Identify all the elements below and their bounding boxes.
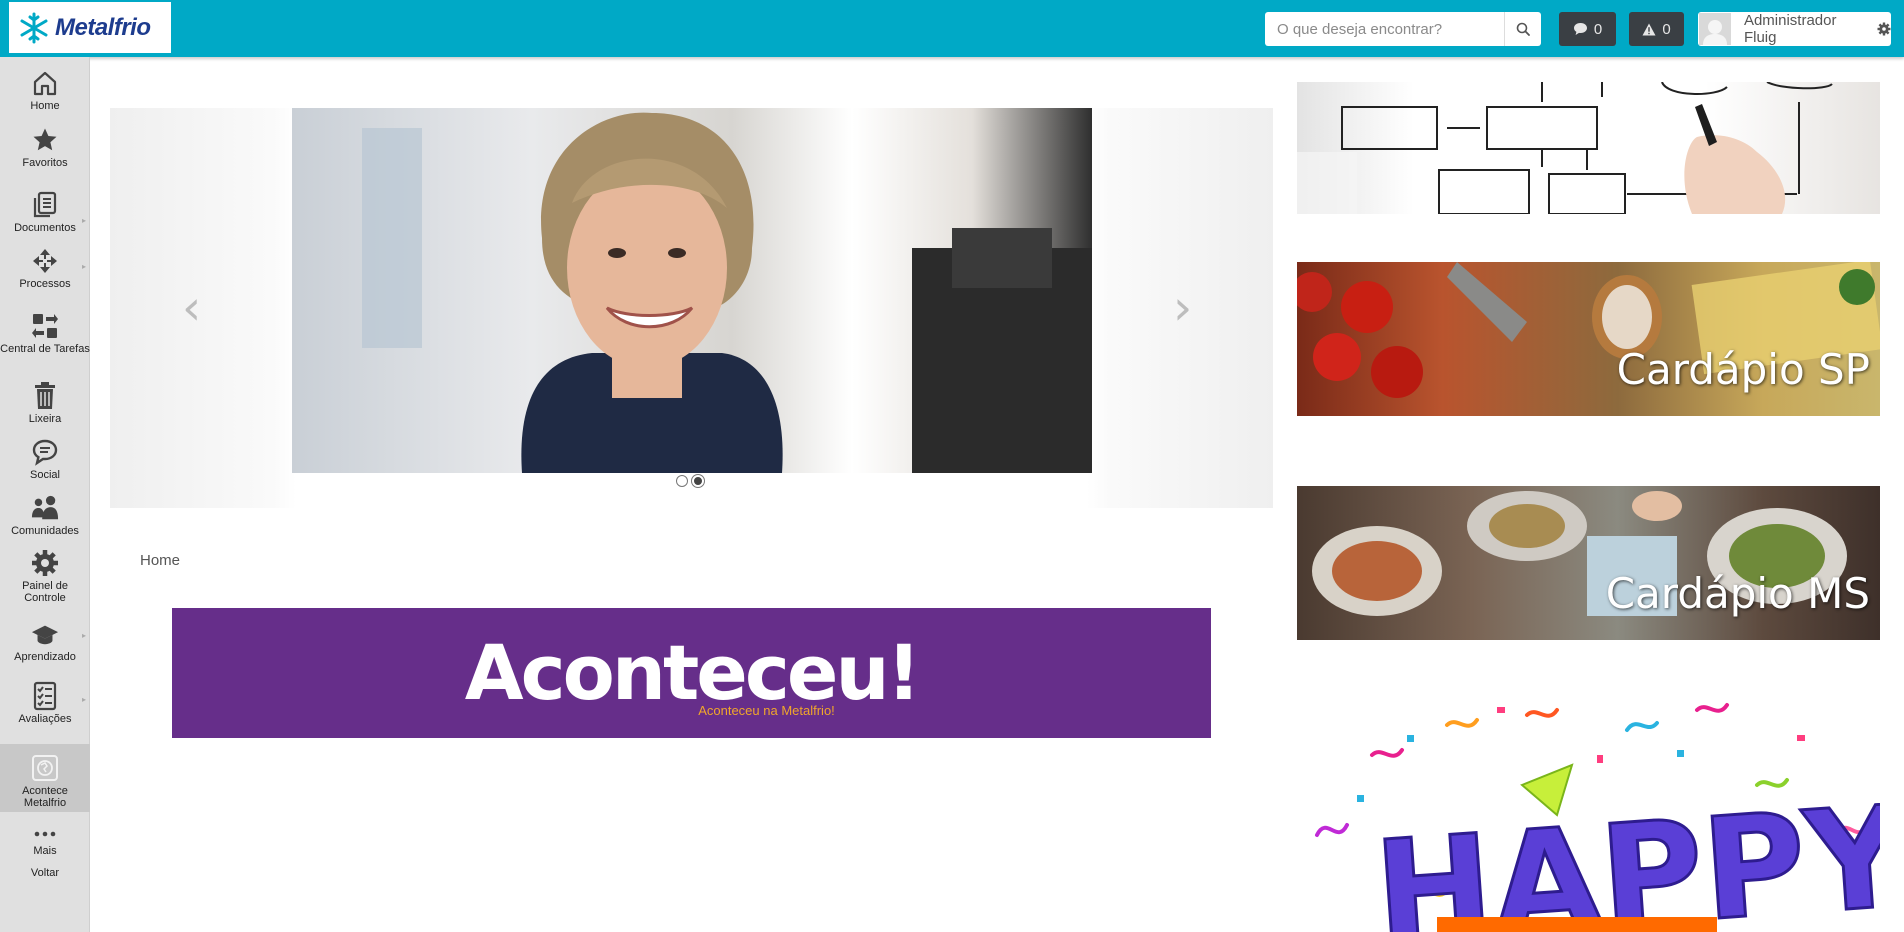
sidebar-item-label: Social xyxy=(30,469,60,481)
carousel-next-button[interactable]: › xyxy=(1173,284,1192,332)
cardapio-sp-card[interactable]: Cardápio SP xyxy=(1297,262,1880,416)
sidebar-item-label: Mais xyxy=(33,845,57,857)
chevron-right-icon: ▸ xyxy=(81,631,86,640)
avatar xyxy=(1699,13,1731,45)
sidebar-item-documentos[interactable]: Documentos ▸ xyxy=(0,191,90,234)
carousel-slide-image xyxy=(292,108,1092,473)
more-icon xyxy=(31,826,59,842)
sidebar-item-label: Processos xyxy=(19,278,71,290)
sidebar-item-label: Lixeira xyxy=(28,413,62,425)
sidebar-item-label: Avaliações xyxy=(18,713,72,725)
snowflake-icon xyxy=(17,11,51,45)
chevron-right-icon: ▸ xyxy=(81,262,86,271)
sidebar-item-favoritos[interactable]: Favoritos xyxy=(0,126,90,169)
sidebar-item-label: Comunidades xyxy=(11,525,79,537)
sidebar-item-label: Central de Tarefas xyxy=(0,343,90,355)
chevron-right-icon: ▸ xyxy=(81,695,86,704)
cardapio-ms-card[interactable]: Cardápio MS xyxy=(1297,486,1880,640)
processes-icon xyxy=(31,247,59,275)
gear-icon xyxy=(1877,22,1891,36)
checklist-icon xyxy=(31,681,59,711)
alerts-button[interactable]: 0 xyxy=(1629,12,1684,46)
sidebar-item-central-de-tarefas[interactable]: Central de Tarefas xyxy=(0,312,90,355)
search-icon xyxy=(1516,22,1530,36)
carousel-prev-button[interactable]: ‹ xyxy=(182,284,201,332)
communities-icon xyxy=(31,494,59,522)
sidebar-item-avaliacoes[interactable]: Avaliações ▸ xyxy=(0,681,90,725)
sidebar-item-label: Painel de Controle xyxy=(22,580,68,604)
documents-icon xyxy=(31,191,59,219)
sidebar: Home Favoritos Documentos ▸ Processos ▸ … xyxy=(0,57,90,932)
aconteceu-banner[interactable]: Aconteceu! Aconteceu na Metalfrio! xyxy=(172,608,1211,738)
cardapio-ms-title: Cardápio MS xyxy=(1605,569,1870,618)
carousel-indicators xyxy=(676,475,704,487)
logo-text: Metalfrio xyxy=(55,13,151,41)
sidebar-item-acontece-metalfrio[interactable]: Acontece Metalfrio xyxy=(0,744,90,812)
birthday-card[interactable]: HAPPY xyxy=(1297,695,1880,932)
banner-title: Aconteceu! xyxy=(464,627,921,717)
carousel-dot[interactable] xyxy=(676,475,688,487)
carousel-dot-active[interactable] xyxy=(692,475,704,487)
home-icon xyxy=(31,69,59,97)
user-name: Administrador Fluig xyxy=(1743,12,1837,46)
warning-icon xyxy=(1642,23,1656,35)
sidebar-item-label: Acontece Metalfrio xyxy=(22,785,68,809)
birthday-text: HAPPY xyxy=(1370,776,1880,932)
tasks-icon xyxy=(31,312,59,340)
sidebar-item-processos[interactable]: Processos ▸ xyxy=(0,247,90,290)
graduation-cap-icon xyxy=(31,620,59,648)
sidebar-item-lixeira[interactable]: Lixeira xyxy=(0,382,90,425)
alerts-count: 0 xyxy=(1662,20,1671,38)
search-box xyxy=(1265,12,1541,46)
sidebar-item-comunidades[interactable]: Comunidades xyxy=(0,494,90,537)
globe-icon xyxy=(31,754,59,782)
search-input[interactable] xyxy=(1265,12,1505,46)
banner-subtitle: Aconteceu na Metalfrio! xyxy=(698,702,835,718)
cardapio-sp-title: Cardápio SP xyxy=(1616,345,1870,394)
sidebar-item-home[interactable]: Home xyxy=(0,69,90,112)
sidebar-item-label: Voltar xyxy=(30,867,60,879)
sidebar-item-mais[interactable]: Mais xyxy=(0,826,90,857)
comment-icon xyxy=(1573,23,1587,35)
carousel: ‹ › xyxy=(110,108,1273,508)
star-icon xyxy=(31,126,59,154)
sidebar-item-label: Favoritos xyxy=(22,157,68,169)
user-menu[interactable]: Administrador Fluig xyxy=(1698,12,1891,46)
chat-icon xyxy=(31,438,59,466)
sidebar-item-label: Documentos xyxy=(14,222,76,234)
trash-icon xyxy=(31,382,59,410)
sidebar-item-social[interactable]: Social xyxy=(0,438,90,481)
chevron-right-icon: ▸ xyxy=(81,216,86,225)
sidebar-item-label: Home xyxy=(30,100,60,112)
sidebar-item-aprendizado[interactable]: Aprendizado ▸ xyxy=(0,620,90,663)
messages-button[interactable]: 0 xyxy=(1559,12,1616,46)
breadcrumb[interactable]: Home xyxy=(140,552,180,569)
logo[interactable]: Metalfrio xyxy=(9,2,171,53)
sidebar-item-painel-de-controle[interactable]: Painel de Controle xyxy=(0,549,90,604)
sidebar-item-voltar[interactable]: Voltar xyxy=(0,867,90,879)
search-button[interactable] xyxy=(1505,12,1541,46)
process-flowchart-card[interactable] xyxy=(1297,82,1880,214)
top-bar: Metalfrio 0 0 Administr xyxy=(0,0,1904,57)
sidebar-item-label: Aprendizado xyxy=(14,651,76,663)
messages-count: 0 xyxy=(1593,20,1603,38)
gear-icon xyxy=(31,549,59,577)
